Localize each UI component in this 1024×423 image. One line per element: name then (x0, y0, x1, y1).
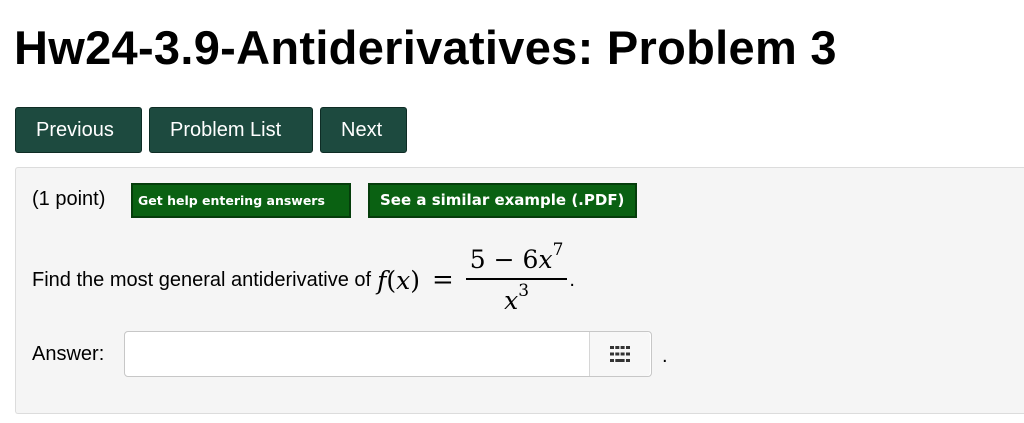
fraction: 5 − 6x7 x3 (465, 240, 568, 316)
similar-example-button[interactable]: See a similar example (.PDF) (368, 183, 637, 218)
answer-trailing-period: . (662, 345, 668, 367)
statement-period: . (569, 268, 575, 291)
page-title: Hw24-3.9-Antiderivatives: Problem 3 (14, 21, 837, 74)
function-name: f (377, 265, 387, 295)
problem-panel: (1 point) Get help entering answers See … (15, 167, 1024, 414)
previous-button[interactable]: Previous (15, 107, 142, 153)
grid-keypad-icon (610, 346, 630, 362)
fraction-numerator: 5 − 6x7 (469, 240, 564, 275)
equation-palette-button[interactable] (589, 332, 650, 376)
next-button[interactable]: Next (320, 107, 407, 153)
help-entering-answers-button[interactable]: Get help entering answers (131, 183, 351, 218)
function-variable: x (396, 265, 411, 295)
question-text: Find the most general antiderivative of (32, 268, 372, 291)
answer-input[interactable] (124, 331, 652, 377)
problem-navigation: Previous Problem List Next (15, 107, 407, 153)
problem-statement: Find the most general antiderivative of … (32, 240, 575, 320)
problem-list-button[interactable]: Problem List (149, 107, 313, 153)
answer-label: Answer: (32, 343, 105, 365)
math-expression: f (x) = 5 − 6x7 x3 (377, 240, 568, 316)
fraction-denominator: x3 (504, 281, 530, 316)
point-value: (1 point) (32, 188, 106, 210)
